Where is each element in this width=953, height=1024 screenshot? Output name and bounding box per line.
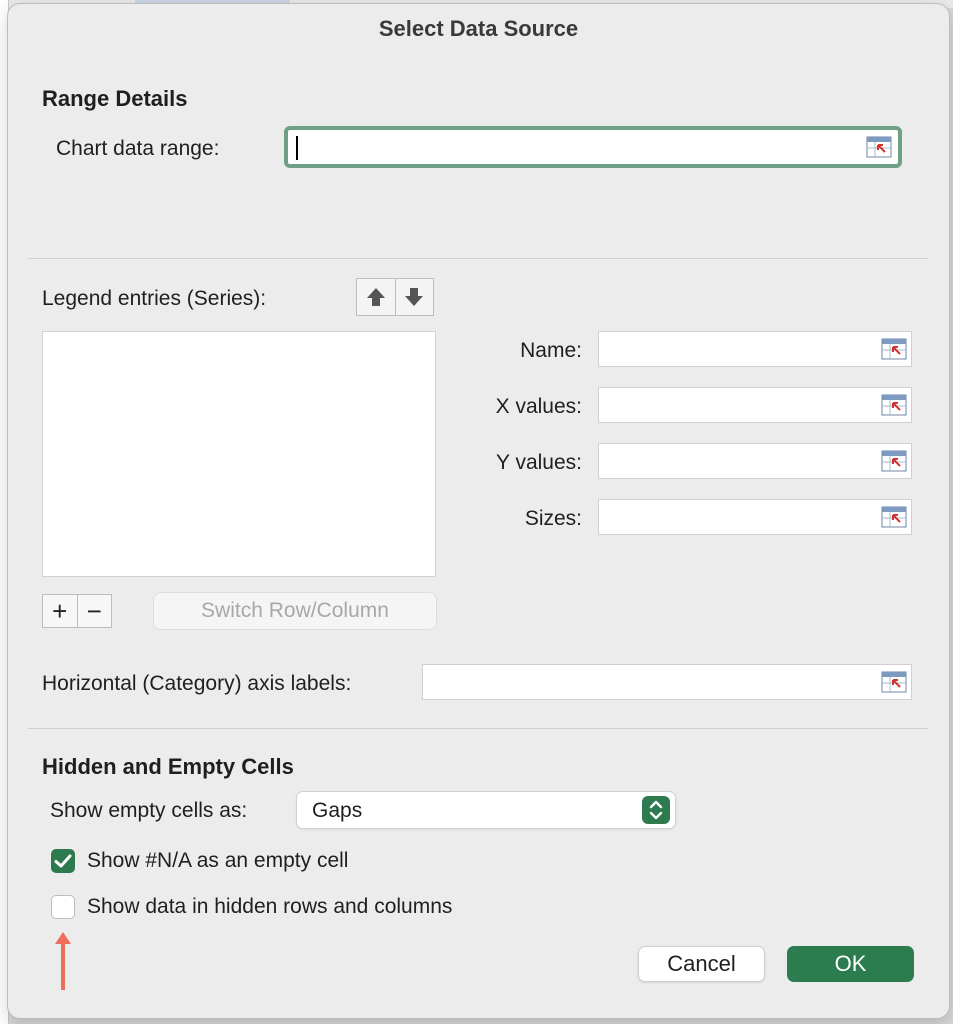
- section-divider: [28, 258, 928, 259]
- cancel-button[interactable]: Cancel: [638, 946, 765, 982]
- category-axis-labels-label: Horizontal (Category) axis labels:: [42, 672, 352, 695]
- dialog-title: Select Data Source: [378, 16, 579, 41]
- show-empty-cells-select[interactable]: Gaps: [296, 791, 676, 829]
- section-divider: [28, 728, 928, 729]
- checkmark-icon: [54, 854, 72, 868]
- x-values-input[interactable]: [598, 387, 912, 423]
- sizes-label: Sizes:: [524, 507, 582, 530]
- show-hidden-data-label: Show data in hidden rows and columns: [87, 895, 453, 918]
- range-picker-icon[interactable]: [881, 506, 907, 528]
- remove-series-button[interactable]: −: [78, 595, 112, 627]
- move-down-button[interactable]: [395, 279, 433, 315]
- show-na-label: Show #N/A as an empty cell: [87, 849, 349, 872]
- move-up-button[interactable]: [357, 279, 396, 315]
- legend-entries-list[interactable]: [42, 331, 436, 577]
- ok-button[interactable]: OK: [787, 946, 914, 982]
- arrow-up-icon: [366, 288, 385, 306]
- text-caret: [296, 136, 298, 160]
- series-name-label: Name:: [520, 339, 582, 362]
- arrow-down-icon: [405, 288, 424, 306]
- series-order-buttons: [356, 278, 434, 316]
- add-remove-series: + −: [42, 594, 112, 628]
- show-empty-cells-label: Show empty cells as:: [50, 799, 248, 822]
- y-values-label: Y values:: [496, 451, 582, 474]
- range-picker-icon[interactable]: [881, 394, 907, 416]
- sizes-input[interactable]: [598, 499, 912, 535]
- x-values-label: X values:: [495, 395, 582, 418]
- range-picker-icon[interactable]: [866, 136, 892, 158]
- y-values-input[interactable]: [598, 443, 912, 479]
- range-picker-icon[interactable]: [881, 671, 907, 693]
- select-data-source-dialog: Select Data Source Range Details Chart d…: [8, 4, 949, 1018]
- chart-data-range-input[interactable]: [284, 126, 902, 168]
- hidden-empty-cells-heading: Hidden and Empty Cells: [42, 754, 294, 779]
- show-empty-cells-value: Gaps: [312, 799, 363, 822]
- legend-entries-label: Legend entries (Series):: [42, 287, 267, 310]
- series-name-input[interactable]: [598, 331, 912, 367]
- range-details-heading: Range Details: [42, 86, 188, 111]
- range-picker-icon[interactable]: [881, 338, 907, 360]
- add-series-button[interactable]: +: [43, 595, 78, 627]
- range-picker-icon[interactable]: [881, 450, 907, 472]
- switch-row-column-button[interactable]: Switch Row/Column: [153, 592, 437, 630]
- category-axis-labels-input[interactable]: [422, 664, 912, 700]
- show-hidden-data-checkbox[interactable]: [51, 895, 75, 919]
- annotation-arrow: [53, 930, 73, 992]
- chevron-updown-icon: [642, 796, 670, 824]
- show-na-checkbox[interactable]: [51, 849, 75, 873]
- chart-data-range-label: Chart data range:: [56, 137, 220, 160]
